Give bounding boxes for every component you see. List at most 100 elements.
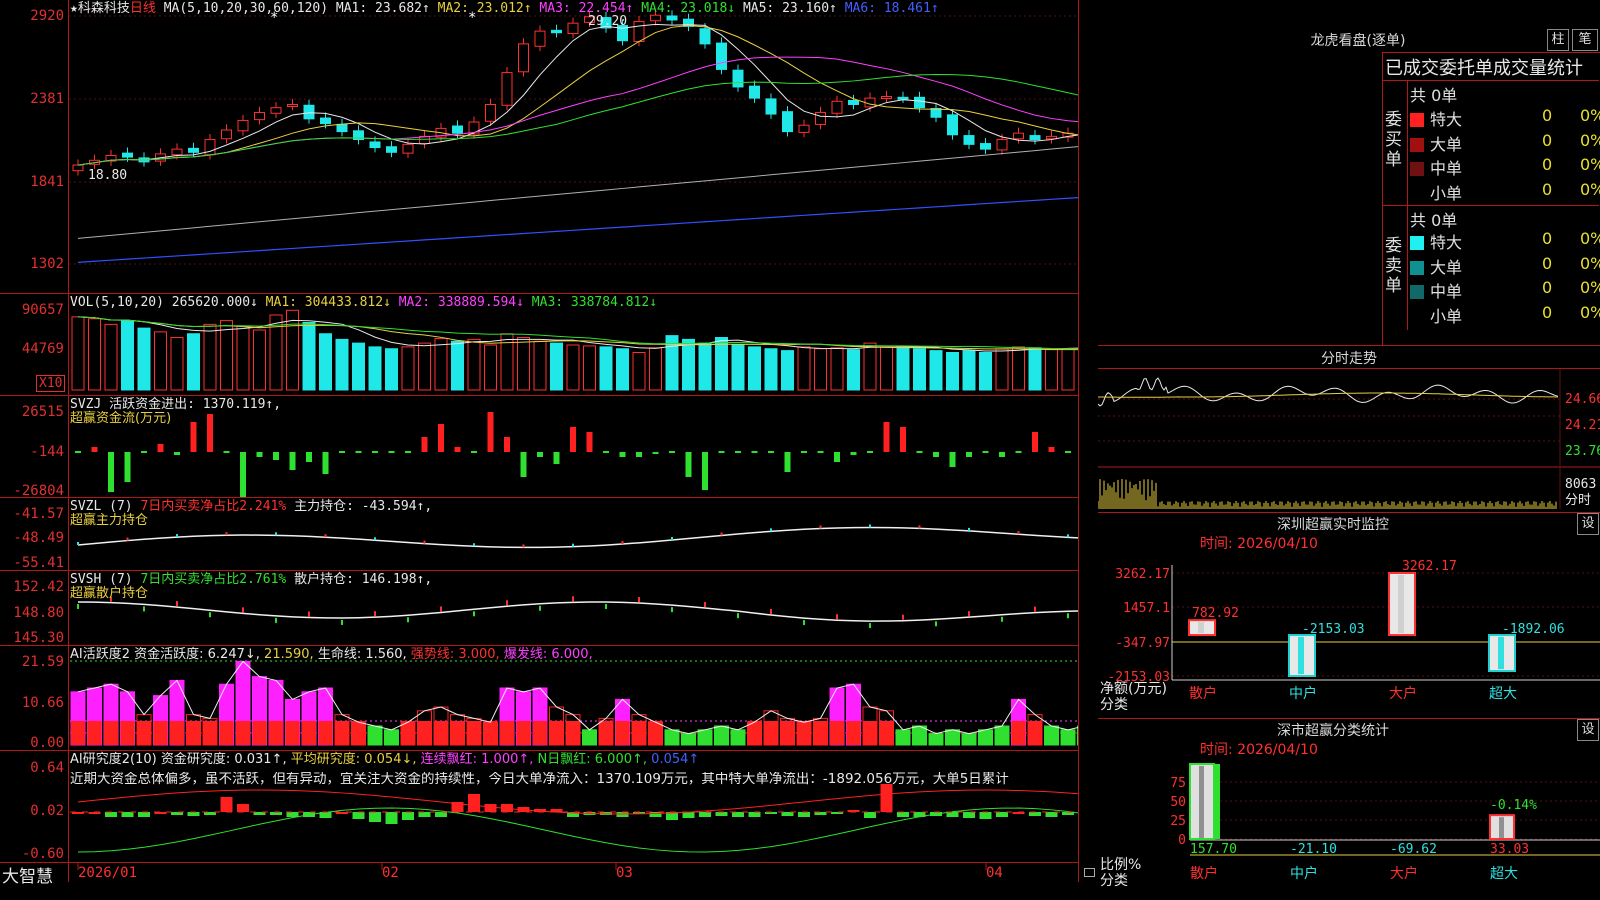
color-swatch-icon xyxy=(1410,260,1424,275)
sz-class-value-label: -69.62 xyxy=(1390,842,1437,857)
lock-icon[interactable] xyxy=(1084,868,1095,877)
intraday-vol-unit: 分时 xyxy=(1565,493,1592,508)
volume-bar xyxy=(748,346,761,391)
main-chart-svg[interactable]: * * xyxy=(0,0,1078,882)
sz-monitor-time: 时间: 2026/04/10 xyxy=(1200,536,1318,552)
flow-bar xyxy=(207,414,213,452)
research-bar xyxy=(435,812,447,817)
sz-monitor-top-border xyxy=(1098,512,1600,513)
sz-class-category: 大户 xyxy=(1390,865,1418,882)
sell-row-label: 特大 xyxy=(1430,233,1463,252)
candle-body xyxy=(270,107,282,114)
flow-tick xyxy=(355,451,362,453)
sz-monitor-chart: 3262.171457.1-347.97-2153.03782.92散户-215… xyxy=(1107,559,1600,702)
volume-bar xyxy=(962,350,976,391)
candle-body xyxy=(914,96,925,109)
flow-bar xyxy=(636,452,642,457)
flow-bar xyxy=(966,452,972,457)
svzl-text: 主力持仓: -43.594↑, xyxy=(294,499,433,514)
volume-bar xyxy=(154,331,167,391)
activity-low-bar xyxy=(978,729,993,745)
activity-base-bar xyxy=(434,721,448,745)
activity-low-bar xyxy=(665,729,679,745)
svsh-tick xyxy=(968,611,970,617)
sz-monitor-settings-button[interactable]: 设 xyxy=(1577,513,1599,535)
svsh-tick xyxy=(935,621,937,627)
svzl-sub: 超赢主力持仓 xyxy=(70,513,149,528)
candle-body xyxy=(221,129,232,140)
sell-row: 小单 0 0% xyxy=(1410,303,1600,327)
buy-row-qty: 0 xyxy=(1542,179,1553,199)
activity-base-bar xyxy=(549,721,564,745)
flow-bar xyxy=(157,444,164,452)
intraday-svg[interactable] xyxy=(1098,369,1600,509)
buy-row-pct: 0% xyxy=(1580,130,1600,150)
activity-low-bar xyxy=(714,726,729,745)
svsh-tick xyxy=(77,604,79,609)
flow-bar xyxy=(273,452,279,460)
svzj-sub: 超赢资金流(万元) xyxy=(70,411,172,426)
svsh-tick xyxy=(1034,606,1036,612)
svsh-tick xyxy=(605,604,607,610)
activity-base-bar xyxy=(186,721,201,745)
ai1-y-label-1: 21.59 xyxy=(21,654,64,670)
activity-base-bar xyxy=(170,721,184,745)
stock-name[interactable]: 科森科技 xyxy=(78,1,130,16)
flow-bar xyxy=(240,452,246,497)
activity-low-bar xyxy=(681,733,696,745)
svsh-tick xyxy=(704,601,706,607)
sell-row-pct: 0% xyxy=(1580,253,1600,273)
research-bar xyxy=(369,812,381,822)
svzl-tick xyxy=(423,540,426,544)
flow-bar xyxy=(504,437,510,452)
intraday-title[interactable]: 分时走势 xyxy=(1098,348,1600,368)
candle-body xyxy=(749,85,760,99)
volume-bar xyxy=(682,338,695,391)
period-label[interactable]: 日线 xyxy=(130,1,156,16)
volume-bar xyxy=(71,316,85,391)
sell-row-qty: 0 xyxy=(1542,229,1553,248)
activity-base-bar xyxy=(533,721,547,745)
tick-mode-button[interactable]: 笔 xyxy=(1572,29,1598,51)
activity-low-bar xyxy=(731,729,745,745)
sz-class-settings-button[interactable]: 设 xyxy=(1577,719,1599,741)
svsh-tick xyxy=(539,605,541,611)
buy-row-label: 中单 xyxy=(1430,159,1463,178)
activity-base-bar xyxy=(797,721,811,745)
candle-body xyxy=(881,96,892,100)
volume-bar xyxy=(1045,349,1058,391)
activity-low-bar xyxy=(962,733,976,745)
volume-bar xyxy=(880,346,893,391)
svsh-tick xyxy=(638,597,640,603)
volume-bar xyxy=(121,320,134,391)
volume-bar xyxy=(566,344,580,391)
flow-tick xyxy=(735,451,741,453)
activity-low-bar xyxy=(1077,726,1078,745)
candle-body xyxy=(237,119,249,132)
flow-bar xyxy=(1032,432,1038,452)
candle-body xyxy=(699,28,711,45)
activity-low-bar xyxy=(896,729,910,745)
buy-side-label: 委买单 xyxy=(1385,110,1402,170)
candle-body xyxy=(386,146,397,153)
vol-ma1: MA1: 304433.812↓ xyxy=(265,295,391,310)
research-bar xyxy=(138,812,150,817)
svzl-tick xyxy=(572,543,574,547)
svsh-tick xyxy=(143,606,145,612)
activity-base-bar xyxy=(599,721,613,745)
volume-bar xyxy=(583,345,596,391)
order-stats-tabs[interactable]: 已成交委托单成交量统计 xyxy=(1385,54,1599,80)
sz-monitor-value-label: 782.92 xyxy=(1192,606,1239,621)
volume-bar xyxy=(335,338,349,391)
bar-mode-button[interactable]: 柱 xyxy=(1547,29,1569,51)
volume-bar xyxy=(533,340,547,391)
flow-bar xyxy=(933,452,939,457)
svsh-tick xyxy=(572,596,574,602)
ai2-y-label-2: 0.02 xyxy=(30,803,64,819)
candle-body xyxy=(452,125,463,134)
candle-body xyxy=(996,139,1008,151)
flow-bar xyxy=(306,452,312,462)
flow-tick xyxy=(1015,451,1022,453)
volume-bar xyxy=(913,348,926,391)
volume-bar xyxy=(385,348,398,391)
